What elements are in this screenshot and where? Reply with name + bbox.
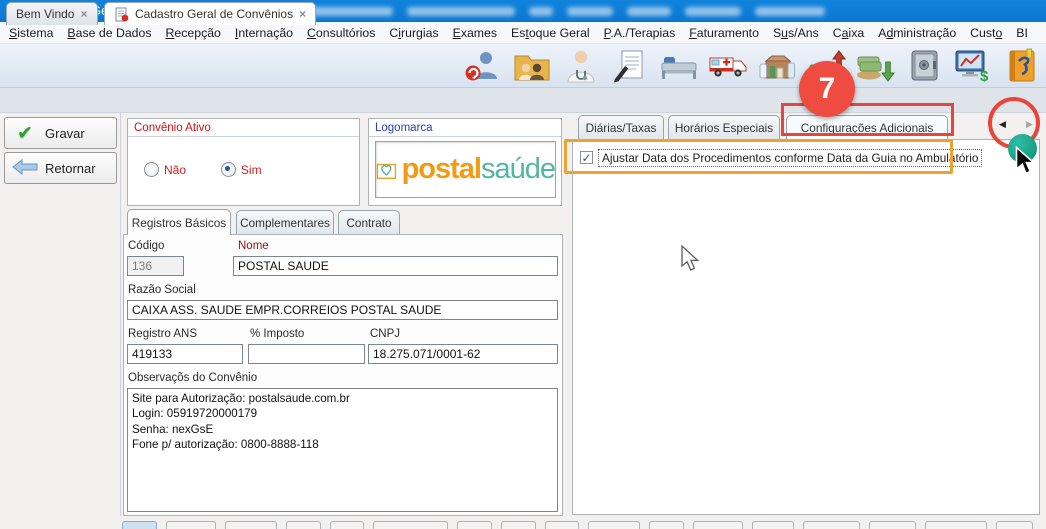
tab-registros-basicos[interactable]: Registros Básicos bbox=[127, 209, 231, 235]
menu-item-pa-terapias[interactable]: P.A./Terapias bbox=[597, 24, 683, 42]
tab-bem-vindo[interactable]: Bem Vindo × bbox=[6, 2, 98, 25]
back-arrow-icon bbox=[5, 159, 45, 178]
razao-social-label: Razão Social bbox=[128, 284, 196, 296]
bottom-tab[interactable] bbox=[869, 521, 916, 529]
codigo-field[interactable] bbox=[127, 256, 184, 276]
bottom-tab[interactable] bbox=[225, 521, 277, 529]
retornar-button[interactable]: Retornar bbox=[4, 152, 117, 184]
check-icon: ✔ bbox=[5, 122, 45, 145]
imposto-field[interactable] bbox=[248, 344, 365, 364]
menu-item-exames[interactable]: Exames bbox=[446, 24, 504, 42]
bottom-tab[interactable] bbox=[122, 521, 157, 529]
radio-sim[interactable] bbox=[221, 162, 236, 177]
menu-bar: Sistema Base de Dados Recepção Internaçã… bbox=[0, 22, 1046, 44]
imposto-label: % Imposto bbox=[250, 328, 304, 340]
svg-text:$: $ bbox=[980, 68, 989, 84]
bottom-tab[interactable] bbox=[803, 521, 860, 529]
financial-chart-icon[interactable]: $ bbox=[953, 47, 993, 85]
bottom-tab[interactable] bbox=[649, 521, 684, 529]
nome-label: Nome bbox=[238, 240, 269, 252]
brand-saude: saúde bbox=[481, 153, 555, 185]
mouse-cursor bbox=[681, 245, 701, 273]
menu-item-faturamento[interactable]: Faturamento bbox=[682, 24, 766, 42]
radio-nao[interactable] bbox=[144, 162, 159, 177]
brand-postal: postal bbox=[402, 153, 481, 185]
tab-complementares[interactable]: Complementares bbox=[236, 210, 334, 234]
bottom-tab[interactable] bbox=[752, 521, 794, 529]
radio-nao-label: Não bbox=[164, 163, 186, 177]
menu-item-base-de-dados[interactable]: Base de Dados bbox=[60, 24, 158, 42]
bottom-tab[interactable] bbox=[166, 521, 216, 529]
convenio-ativo-title: Convênio Ativo bbox=[128, 119, 359, 137]
close-tab-icon[interactable]: × bbox=[80, 7, 87, 21]
menu-item-caixa[interactable]: Caixa bbox=[826, 24, 871, 42]
payment-down-icon[interactable] bbox=[855, 47, 895, 85]
bottom-tab[interactable] bbox=[457, 521, 492, 529]
hospital-bed-icon[interactable] bbox=[659, 47, 699, 85]
nome-field[interactable] bbox=[233, 256, 558, 276]
ambulance-icon[interactable] bbox=[708, 47, 748, 85]
checkbox-highlight-rectangle bbox=[564, 139, 953, 174]
bottom-tab[interactable] bbox=[373, 521, 448, 529]
menu-item-sus-ans[interactable]: Sus/Ans bbox=[766, 24, 826, 42]
tab-contrato[interactable]: Contrato bbox=[338, 210, 400, 234]
logo-image: postalsaúde bbox=[375, 141, 556, 198]
toolbar: $ bbox=[0, 44, 1046, 88]
bottom-tab[interactable] bbox=[501, 521, 536, 529]
tab-diarias-taxas[interactable]: Diárias/Taxas bbox=[578, 115, 664, 140]
configuracoes-adicionais-panel bbox=[572, 139, 1040, 515]
phone-directory-icon[interactable] bbox=[1002, 47, 1042, 85]
bottom-tab[interactable] bbox=[286, 521, 321, 529]
doctor-icon[interactable] bbox=[561, 47, 601, 85]
registro-ans-label: Registro ANS bbox=[128, 328, 197, 340]
envelope-heart-icon bbox=[376, 155, 400, 185]
razao-social-field[interactable] bbox=[127, 300, 558, 320]
menu-item-custo[interactable]: Custo bbox=[963, 24, 1009, 42]
codigo-label: Código bbox=[128, 240, 164, 252]
bottom-tab[interactable] bbox=[330, 521, 364, 529]
pointer-cursor bbox=[1015, 146, 1037, 176]
patients-folder-icon[interactable] bbox=[512, 47, 552, 85]
gravar-button[interactable]: ✔ Gravar bbox=[4, 117, 117, 149]
contract-icon[interactable] bbox=[610, 47, 650, 85]
menu-item-sistema[interactable]: Sistema bbox=[2, 24, 60, 42]
menu-item-bi[interactable]: BI bbox=[1009, 24, 1035, 42]
radio-sim-label: Sim bbox=[241, 163, 262, 177]
document-icon bbox=[114, 7, 129, 22]
bottom-tab[interactable] bbox=[545, 521, 579, 529]
bottom-tab[interactable] bbox=[693, 521, 743, 529]
menu-item-cirurgias[interactable]: Cirurgias bbox=[382, 24, 445, 42]
safe-icon[interactable] bbox=[904, 47, 944, 85]
menu-item-estoque-geral[interactable]: Estoque Geral bbox=[504, 24, 597, 42]
menu-item-consultorios[interactable]: Consultórios bbox=[300, 24, 382, 42]
patient-sync-icon[interactable] bbox=[463, 47, 503, 85]
tab-horarios-especiais[interactable]: Horários Especiais bbox=[668, 115, 780, 140]
bottom-tab-strip bbox=[122, 521, 1033, 529]
bottom-tab[interactable] bbox=[588, 521, 640, 529]
cnpj-label: CNPJ bbox=[370, 328, 400, 340]
logomarca-title: Logomarca bbox=[369, 119, 561, 137]
cnpj-field[interactable] bbox=[368, 344, 558, 364]
observacoes-field[interactable]: Site para Autorização: postalsaude.com.b… bbox=[127, 388, 558, 512]
tab-cadastro-geral-convenios[interactable]: Cadastro Geral de Convênios × bbox=[104, 2, 316, 25]
bottom-tab[interactable] bbox=[996, 521, 1033, 529]
menu-item-administracao[interactable]: Administração bbox=[871, 24, 963, 42]
bottom-tab[interactable] bbox=[925, 521, 987, 529]
menu-item-internacao[interactable]: Internação bbox=[228, 24, 300, 42]
step-7-badge: 7 bbox=[799, 61, 855, 117]
supplies-icon[interactable] bbox=[757, 47, 797, 85]
convenio-ativo-groupbox: Convênio Ativo Não Sim bbox=[127, 118, 360, 206]
registro-ans-field[interactable] bbox=[127, 344, 243, 364]
application-window: ☎ Promedico Gestão Hospitalar Sistema Ba… bbox=[0, 0, 1046, 529]
observacoes-label: Observaçõs do Convênio bbox=[128, 372, 257, 384]
close-tab-icon[interactable]: × bbox=[299, 7, 306, 21]
menu-item-recepcao[interactable]: Recepção bbox=[159, 24, 228, 42]
